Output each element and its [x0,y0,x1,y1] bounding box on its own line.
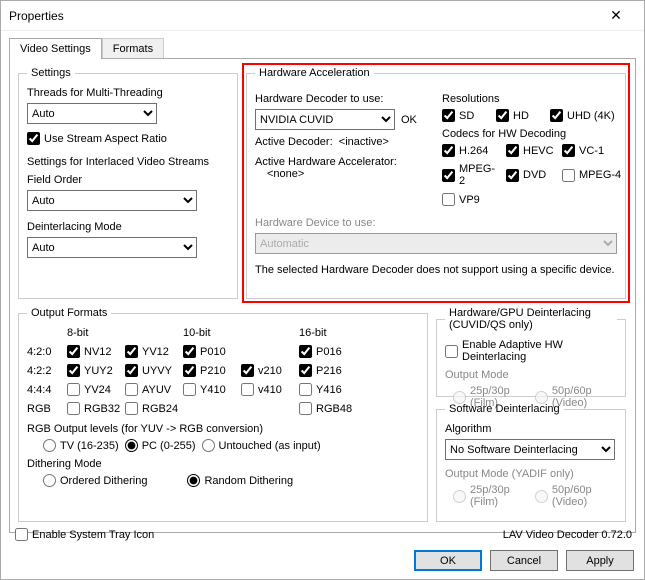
algorithm-select[interactable]: No Software Deinterlacing [445,439,615,460]
fmt-rgb48-checkbox[interactable] [299,402,312,415]
fmt-v410-checkbox[interactable] [241,383,254,396]
hw-device-select: Automatic [255,233,617,254]
threads-select[interactable]: Auto [27,103,157,124]
hw-deint-video-radio [535,391,548,404]
codec-vc1-checkbox[interactable] [562,144,575,157]
window-title: Properties [9,9,596,23]
sw-deint-output-mode-label: Output Mode (YADIF only) [445,468,617,480]
fmt-nv12-checkbox[interactable] [67,345,80,358]
hw-decoder-select[interactable]: NVIDIA CUVID [255,109,395,130]
hw-device-label: Hardware Device to use: [255,217,617,229]
col-8bit: 8-bit [67,327,183,339]
sw-deint-video-radio [535,490,548,503]
hw-deint-film-radio [453,391,466,404]
codec-mpeg2-checkbox[interactable] [442,169,455,182]
codec-hevc-checkbox[interactable] [506,144,519,157]
field-order-label: Field Order [27,174,229,186]
rgb-levels-label: RGB Output levels (for YUV -> RGB conver… [27,423,419,435]
tab-video-settings[interactable]: Video Settings [9,38,102,59]
fmt-yv24-checkbox[interactable] [67,383,80,396]
resolutions-label: Resolutions [442,93,622,105]
version-label: LAV Video Decoder 0.72.0 [503,529,632,541]
dither-random-radio[interactable] [187,474,200,487]
codec-dvd-checkbox[interactable] [506,169,519,182]
fmt-p016-checkbox[interactable] [299,345,312,358]
row-444: 4:4:4 [27,384,67,396]
enable-adaptive-hw-deint-checkbox[interactable] [445,345,458,358]
fmt-p216-checkbox[interactable] [299,364,312,377]
rgb-untouched-radio[interactable] [202,439,215,452]
row-rgb: RGB [27,403,67,415]
hw-deint-legend: Hardware/GPU Deinterlacing (CUVID/QS onl… [445,307,617,331]
settings-legend: Settings [27,67,75,79]
fmt-y410-checkbox[interactable] [183,383,196,396]
codecs-label: Codecs for HW Decoding [442,128,622,140]
codec-mpeg4-checkbox[interactable] [562,169,575,182]
output-formats-legend: Output Formats [27,307,111,319]
res-hd-checkbox[interactable] [496,109,509,122]
close-icon[interactable]: ✕ [596,7,636,24]
fmt-ayuv-checkbox[interactable] [125,383,138,396]
fmt-rgb32-checkbox[interactable] [67,402,80,415]
col-16bit: 16-bit [299,327,357,339]
apply-button[interactable]: Apply [566,550,634,571]
tab-formats[interactable]: Formats [102,38,164,59]
system-tray-icon-checkbox[interactable] [15,528,28,541]
field-order-select[interactable]: Auto [27,190,197,211]
codec-h264-checkbox[interactable] [442,144,455,157]
row-420: 4:2:0 [27,346,67,358]
dither-ordered-radio[interactable] [43,474,56,487]
fmt-p010-checkbox[interactable] [183,345,196,358]
algorithm-label: Algorithm [445,423,617,435]
fmt-rgb24-checkbox[interactable] [125,402,138,415]
fmt-yv12-checkbox[interactable] [125,345,138,358]
rgb-pc-radio[interactable] [125,439,138,452]
row-422: 4:2:2 [27,365,67,377]
res-sd-checkbox[interactable] [442,109,455,122]
deint-mode-select[interactable]: Auto [27,237,197,258]
hw-deint-output-mode-label: Output Mode [445,369,617,381]
active-accel-label: Active Hardware Accelerator: [255,156,435,168]
stream-aspect-ratio-checkbox[interactable] [27,132,40,145]
dithering-mode-label: Dithering Mode [27,458,419,470]
res-uhd-checkbox[interactable] [550,109,563,122]
hw-device-warning: The selected Hardware Decoder does not s… [255,264,617,276]
hw-accel-legend: Hardware Acceleration [255,67,374,79]
fmt-yuy2-checkbox[interactable] [67,364,80,377]
interlaced-settings-label: Settings for Interlaced Video Streams [27,156,229,168]
ok-button[interactable]: OK [414,550,482,571]
decoder-label: Hardware Decoder to use: [255,93,435,105]
active-decoder-value: <inactive> [339,136,389,148]
sw-deint-legend: Software Deinterlacing [445,403,564,415]
stream-aspect-ratio-label: Use Stream Aspect Ratio [44,133,167,145]
rgb-tv-radio[interactable] [43,439,56,452]
col-10bit: 10-bit [183,327,299,339]
active-decoder-label: Active Decoder: [255,136,333,148]
cancel-button[interactable]: Cancel [490,550,558,571]
codec-vp9-checkbox[interactable] [442,193,455,206]
decoder-status-ok: OK [401,114,417,126]
fmt-p210-checkbox[interactable] [183,364,196,377]
fmt-y416-checkbox[interactable] [299,383,312,396]
fmt-v210-checkbox[interactable] [241,364,254,377]
fmt-uyvy-checkbox[interactable] [125,364,138,377]
sw-deint-film-radio [453,490,466,503]
active-accel-value: <none> [267,168,435,180]
threads-label: Threads for Multi-Threading [27,87,229,99]
deint-mode-label: Deinterlacing Mode [27,221,229,233]
